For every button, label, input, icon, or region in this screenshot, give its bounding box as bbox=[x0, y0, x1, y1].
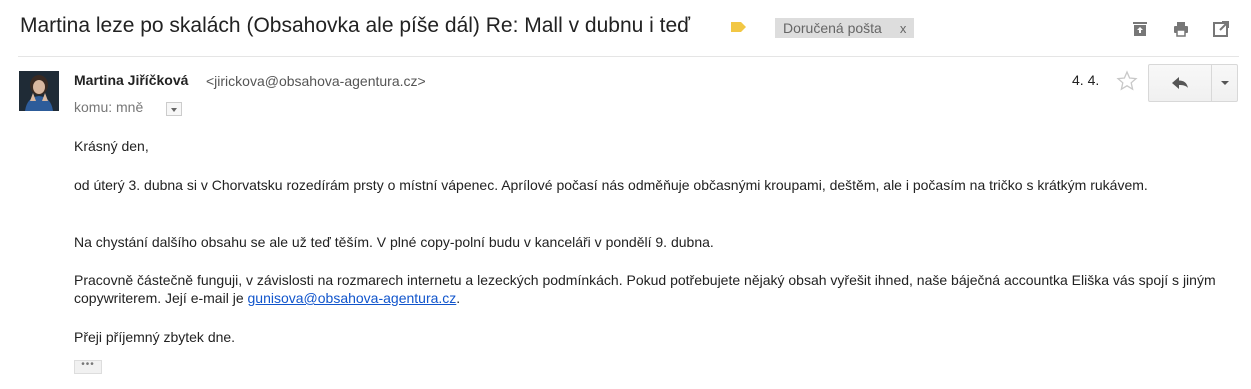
body-greeting: Krásný den, bbox=[74, 138, 149, 154]
header-divider bbox=[18, 56, 1239, 57]
email-link[interactable]: gunisova@obsahova-agentura.cz bbox=[248, 290, 457, 306]
chevron-down-icon bbox=[1221, 81, 1229, 85]
star-icon[interactable] bbox=[1116, 70, 1138, 92]
print-icon[interactable] bbox=[1172, 20, 1190, 38]
inbox-label-chip: Doručená pošta x bbox=[775, 18, 915, 38]
body-paragraph-1: od úterý 3. dubna si v Chorvatsku rozedí… bbox=[74, 177, 1148, 193]
remove-label-button[interactable]: x bbox=[900, 21, 907, 36]
sender-name[interactable]: Martina Jiříčková bbox=[74, 72, 188, 88]
reply-icon bbox=[1172, 77, 1188, 89]
reply-button[interactable] bbox=[1149, 65, 1210, 101]
chevron-down-icon bbox=[171, 108, 177, 112]
body-paragraph-3-end: . bbox=[456, 290, 461, 306]
body-paragraph-2: Na chystání dalšího obsahu se ale už teď… bbox=[74, 234, 714, 250]
body-paragraph-3-text: Pracovně částečně funguji, v závislosti … bbox=[74, 272, 1216, 306]
message-date: 4. 4. bbox=[1072, 72, 1100, 88]
sender-email: <jirickova@obsahova-agentura.cz> bbox=[206, 73, 426, 89]
body-paragraph-3: Pracovně částečně funguji, v závislosti … bbox=[74, 271, 1224, 307]
sender-avatar[interactable] bbox=[19, 71, 59, 111]
show-details-button[interactable] bbox=[166, 102, 182, 116]
recipient-line: komu: mně bbox=[74, 99, 144, 115]
subject-bar: Martina leze po skalách (Obsahovka ale p… bbox=[0, 0, 1251, 56]
open-new-window-icon[interactable] bbox=[1212, 20, 1230, 38]
archive-icon[interactable] bbox=[1131, 20, 1149, 38]
important-label-icon[interactable] bbox=[730, 21, 747, 33]
reply-button-group bbox=[1148, 64, 1238, 102]
more-actions-button[interactable] bbox=[1211, 65, 1238, 101]
inbox-label-text: Doručená pošta bbox=[783, 20, 882, 36]
body-closing: Přeji příjemný zbytek dne. bbox=[74, 329, 236, 345]
email-subject: Martina leze po skalách (Obsahovka ale p… bbox=[20, 14, 691, 37]
show-trimmed-content-button[interactable]: ••• bbox=[74, 360, 102, 374]
